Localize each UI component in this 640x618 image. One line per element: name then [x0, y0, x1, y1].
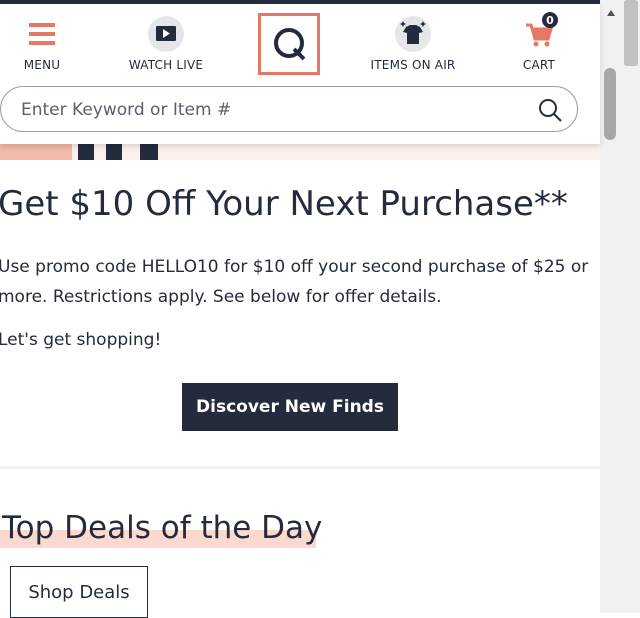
cart-label: CART: [522, 58, 556, 72]
scrollbar-thumb[interactable]: [604, 68, 616, 140]
menu-button[interactable]: MENU: [10, 14, 74, 72]
shop-deals-button[interactable]: Shop Deals: [10, 566, 148, 618]
watch-live-label: WATCH LIVE: [128, 58, 204, 72]
search-icon[interactable]: [537, 97, 563, 127]
menu-label: MENU: [23, 58, 61, 72]
hero-decoration: [140, 144, 158, 160]
promo-description: Use promo code HELLO10 for $10 off your …: [0, 257, 589, 307]
site-header: MENU WATCH LIVE ITEMS ON AIR 0 CART Ente…: [0, 4, 600, 144]
hero-decoration: [106, 144, 122, 160]
scrollbar-track: [624, 0, 638, 66]
hamburger-menu-icon: [10, 14, 74, 54]
deals-section-title: Top Deals of the Day: [2, 510, 323, 546]
watch-live-button[interactable]: WATCH LIVE: [118, 14, 214, 72]
items-on-air-label: ITEMS ON AIR: [370, 58, 456, 72]
scroll-up-arrow-icon[interactable]: [604, 6, 618, 20]
search-bar: [0, 86, 578, 132]
tshirt-sparkle-icon: [395, 16, 431, 52]
section-divider: [0, 466, 600, 469]
qvc-logo-icon[interactable]: [258, 13, 320, 75]
cart-count-badge: 0: [542, 12, 558, 28]
promo-title: Get $10 Off Your Next Purchase**: [0, 184, 568, 224]
hero-decoration: [78, 144, 94, 160]
search-input[interactable]: [19, 97, 523, 123]
cart-button[interactable]: 0 CART: [508, 12, 570, 72]
items-on-air-button[interactable]: ITEMS ON AIR: [360, 14, 466, 72]
play-icon: [148, 16, 184, 52]
promo-tagline: Let's get shopping!: [0, 330, 162, 350]
hero-decoration: [0, 144, 72, 160]
discover-new-finds-button[interactable]: Discover New Finds: [182, 383, 398, 431]
